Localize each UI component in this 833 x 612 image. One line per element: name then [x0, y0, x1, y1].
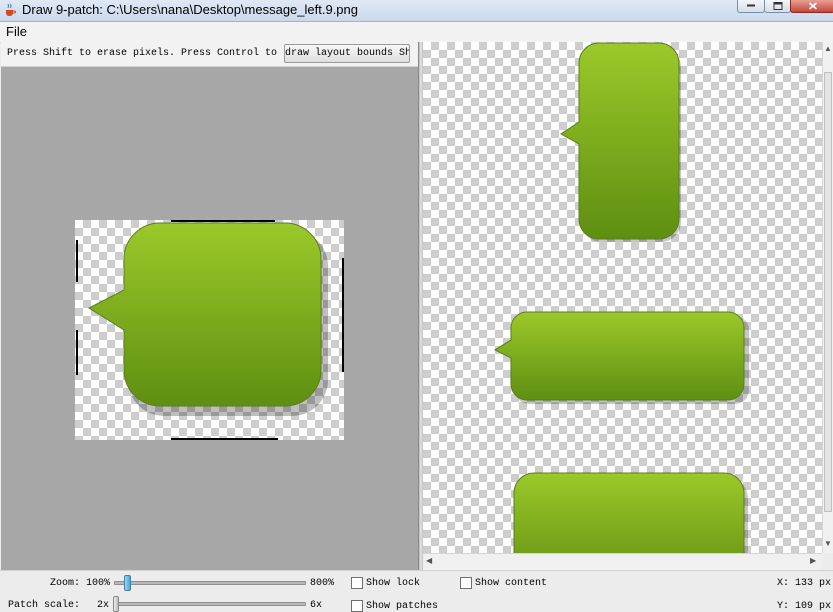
scroll-up-arrow-icon[interactable]: ▲	[824, 45, 832, 53]
zoom-slider-track	[114, 581, 306, 585]
zoom-label: Zoom:	[50, 578, 81, 589]
java-cup-icon	[6, 3, 16, 16]
scroll-thumb[interactable]	[824, 72, 832, 512]
preview-horizontal-scrollbar[interactable]: ◀ ▶	[423, 553, 822, 570]
overlapping-checkbox-labels[interactable]: draw layout bounds Show bad patches	[284, 44, 410, 63]
hint-text: Press Shift to erase pixels. Press Contr…	[7, 48, 278, 59]
zoom-max: 800%	[310, 578, 335, 589]
menu-bar: File	[0, 22, 833, 43]
editor-panel[interactable]: Press Shift to erase pixels. Press Contr…	[1, 42, 419, 570]
scrollbar-corner	[822, 553, 833, 570]
maximize-button[interactable]	[764, 0, 791, 13]
minimize-button[interactable]	[737, 0, 765, 13]
menu-file[interactable]: File	[6, 24, 27, 39]
speech-bubble-large	[513, 472, 745, 553]
preview-panel	[423, 42, 822, 553]
patch-scale-label: Patch scale:	[8, 600, 81, 611]
show-lock-checkbox[interactable]	[351, 577, 363, 589]
controls-bar: Zoom: 100% 800% Show lock Show content X…	[0, 570, 833, 612]
show-patches-label[interactable]: Show patches	[366, 601, 438, 612]
zoom-slider-thumb[interactable]	[124, 575, 131, 591]
show-content-label[interactable]: Show content	[475, 578, 547, 589]
show-content-checkbox[interactable]	[460, 577, 472, 589]
scroll-right-arrow-icon[interactable]: ▶	[810, 557, 816, 565]
maximize-icon	[773, 2, 782, 10]
window-controls	[737, 0, 833, 14]
title-bar: Draw 9-patch: C:\Users\nana\Desktop\mess…	[0, 0, 833, 22]
preview-vertical	[560, 42, 681, 242]
preview-horizontal	[493, 311, 749, 404]
window-title: Draw 9-patch: C:\Users\nana\Desktop\mess…	[22, 2, 359, 17]
close-button[interactable]	[790, 0, 833, 13]
show-lock-label[interactable]: Show lock	[366, 578, 420, 589]
speech-bubble-tall	[560, 42, 680, 240]
hint-bar: Press Shift to erase pixels. Press Contr…	[1, 42, 418, 67]
patch-scale-slider[interactable]	[112, 596, 309, 612]
patch-scale-track	[114, 602, 306, 606]
patch-scale-max: 6x	[310, 600, 323, 611]
show-patches-checkbox[interactable]	[351, 600, 363, 612]
x-coordinate-readout: X: 133 px	[777, 578, 832, 589]
scroll-down-arrow-icon[interactable]: ▼	[824, 540, 832, 548]
zoom-value: 100%	[86, 578, 111, 589]
scroll-left-arrow-icon[interactable]: ◀	[426, 557, 432, 565]
preview-large	[513, 472, 748, 553]
speech-bubble	[87, 222, 322, 407]
ninepatch-image[interactable]	[75, 220, 345, 441]
zoom-slider[interactable]	[112, 574, 309, 592]
y-coordinate-readout: Y: 109 px	[777, 601, 832, 612]
speech-bubble-wide	[493, 311, 745, 401]
patch-scale-value: 2x	[97, 600, 110, 611]
minimize-icon	[747, 4, 755, 7]
close-icon	[808, 2, 817, 10]
preview-vertical-scrollbar[interactable]: ▲ ▼	[822, 42, 833, 553]
